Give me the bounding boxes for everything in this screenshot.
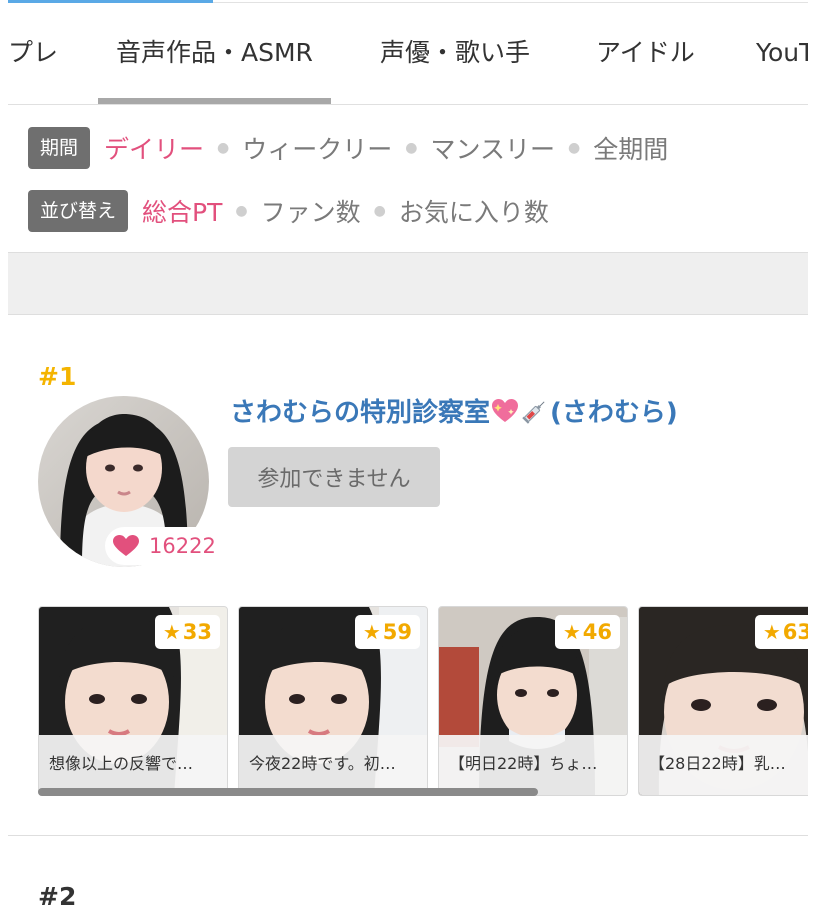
- rating-badge: ★ 63: [754, 615, 808, 649]
- heart-icon: [113, 535, 139, 556]
- video-card-list[interactable]: ★ 33 想像以上の反響で… ★ 59 今夜22時です。初… ★ 46 【明日2…: [38, 606, 808, 796]
- tab-idol[interactable]: アイドル: [596, 4, 695, 104]
- video-caption: 【明日22時】ちょ…: [439, 735, 627, 795]
- star-icon: ★: [162, 620, 181, 644]
- rating-value: 33: [182, 620, 212, 644]
- rating-value: 59: [382, 620, 412, 644]
- syringe-icon: [522, 400, 545, 424]
- top-divider: [213, 2, 808, 3]
- sort-option-favorites[interactable]: お気に入り数: [399, 193, 549, 229]
- period-option-weekly[interactable]: ウィークリー: [242, 130, 392, 166]
- room-owner-text: (さわむら): [550, 398, 678, 428]
- category-tabs: プレ 音声作品・ASMR 声優・歌い手 アイドル YouT: [8, 4, 808, 105]
- rating-badge: ★ 33: [154, 615, 220, 649]
- video-caption: 想像以上の反響で…: [39, 735, 227, 795]
- sort-chip: 並び替え: [28, 190, 129, 232]
- top-accent-bar: [8, 0, 213, 3]
- separator-dot: ●: [373, 203, 386, 219]
- star-icon: ★: [762, 620, 781, 644]
- join-button[interactable]: 参加できません: [228, 447, 440, 507]
- video-card[interactable]: ★ 59 今夜22時です。初…: [238, 606, 428, 796]
- separator-dot: ●: [235, 203, 248, 219]
- rank-number: #1: [38, 362, 77, 391]
- room-title-text: さわむらの特別診察室: [230, 398, 491, 428]
- rating-value: 63: [782, 620, 808, 644]
- period-option-all[interactable]: 全期間: [593, 130, 668, 166]
- star-icon: ★: [362, 620, 381, 644]
- sort-option-fans[interactable]: ファン数: [261, 193, 361, 229]
- ranking-page: プレ 音声作品・ASMR 声優・歌い手 アイドル YouT 期間 デイリー ● …: [8, 0, 808, 916]
- card-list-scrollbar[interactable]: [38, 788, 538, 796]
- tab-pre[interactable]: プレ: [8, 4, 58, 104]
- sort-filter: 並び替え 総合PT ● ファン数 ● お気に入り数: [28, 190, 549, 232]
- room-title-link[interactable]: さわむらの特別診察室 (さわむら): [230, 392, 678, 429]
- period-filter: 期間 デイリー ● ウィークリー ● マンスリー ● 全期間: [28, 127, 668, 169]
- rating-badge: ★ 46: [554, 615, 620, 649]
- video-caption: 【28日22時】乳…: [639, 735, 808, 795]
- separator-dot: ●: [568, 140, 581, 156]
- rank-number: #2: [38, 882, 77, 911]
- ad-placeholder-band: [8, 252, 808, 315]
- rating-badge: ★ 59: [354, 615, 420, 649]
- sparkling-heart-icon: [492, 398, 519, 422]
- separator-dot: ●: [405, 140, 418, 156]
- video-caption: 今夜22時です。初…: [239, 735, 427, 795]
- video-card[interactable]: ★ 33 想像以上の反響で…: [38, 606, 228, 796]
- separator-dot: ●: [217, 140, 230, 156]
- tab-youtuber[interactable]: YouT: [756, 4, 808, 104]
- sort-option-total-pt[interactable]: 総合PT: [142, 193, 222, 229]
- fan-count-badge: 16222: [105, 527, 228, 565]
- period-option-daily[interactable]: デイリー: [104, 130, 204, 166]
- period-chip: 期間: [28, 127, 91, 169]
- video-card[interactable]: ★ 46 【明日22時】ちょ…: [438, 606, 628, 796]
- period-option-monthly[interactable]: マンスリー: [430, 130, 555, 166]
- entry-divider: [8, 835, 808, 836]
- star-icon: ★: [562, 620, 581, 644]
- tab-voice-asmr[interactable]: 音声作品・ASMR: [98, 4, 331, 104]
- video-card[interactable]: ★ 63 【28日22時】乳…: [638, 606, 808, 796]
- tab-voice-actor-singer[interactable]: 声優・歌い手: [380, 4, 530, 104]
- rating-value: 46: [582, 620, 612, 644]
- fan-count: 16222: [149, 534, 216, 558]
